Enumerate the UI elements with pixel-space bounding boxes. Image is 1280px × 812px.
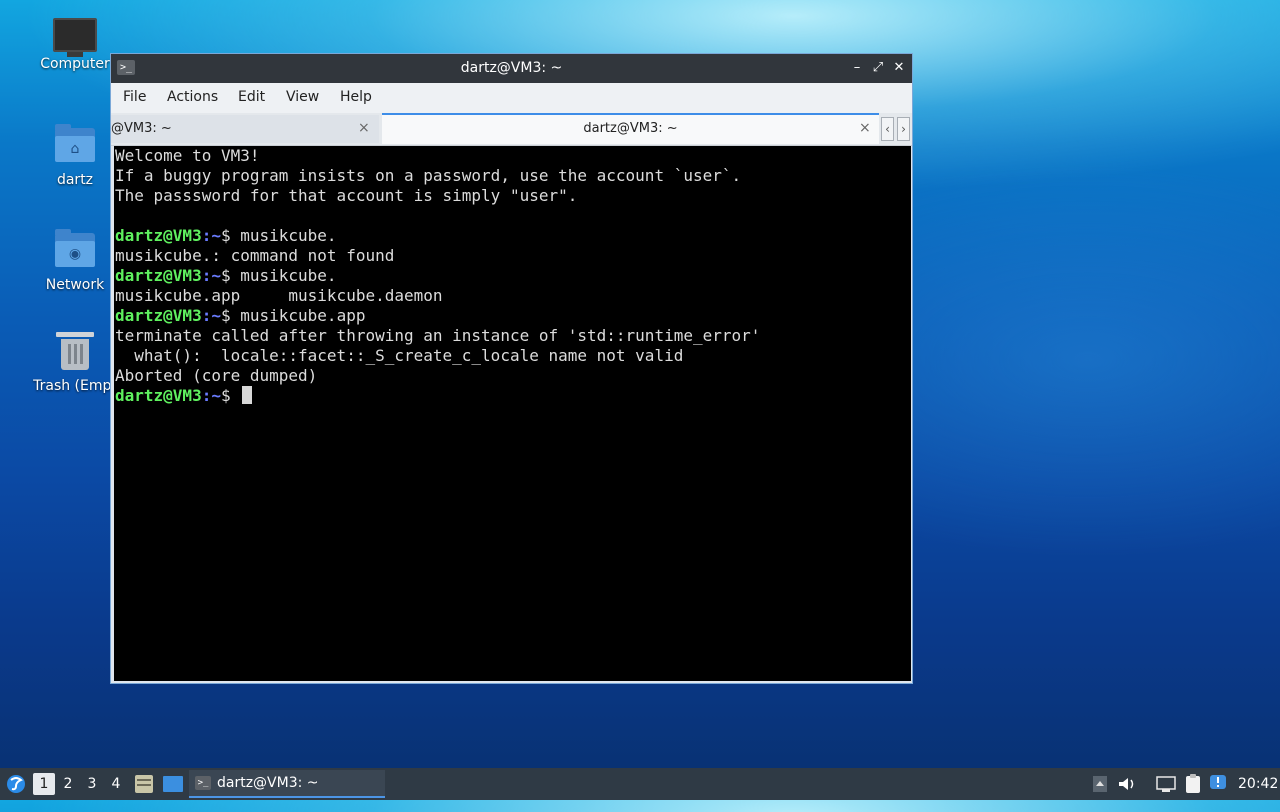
- volume-button[interactable]: [1116, 774, 1138, 794]
- notification-icon: [1210, 775, 1226, 789]
- terminal-icon: >_: [195, 776, 211, 790]
- window-titlebar[interactable]: >_ dartz@VM3: ~ – ⤢ ✕: [111, 54, 912, 83]
- workspace-3[interactable]: 3: [81, 773, 103, 795]
- tab-active[interactable]: dartz@VM3: ~ ×: [382, 113, 879, 144]
- clock[interactable]: 20:42: [1238, 768, 1278, 800]
- lxqt-logo-icon: [7, 775, 25, 793]
- network-icon: [1156, 776, 1176, 792]
- prompt-symbol: $: [220, 226, 241, 245]
- terminal-line: what(): locale::facet::_S_create_c_local…: [115, 346, 684, 365]
- tab-inactive[interactable]: @VM3: ~ ×: [111, 115, 379, 143]
- window-title: dartz@VM3: ~: [460, 60, 563, 76]
- prompt-path: :~: [201, 386, 221, 405]
- maximize-button[interactable]: ⤢: [869, 59, 887, 77]
- terminal-line: musikcube.: command not found: [115, 246, 395, 265]
- tab-scroll-right-icon[interactable]: ›: [897, 117, 910, 141]
- prompt-user: dartz@VM3: [115, 226, 202, 245]
- minimize-button[interactable]: –: [848, 59, 866, 77]
- file-manager-launcher[interactable]: [134, 768, 154, 800]
- prompt-symbol: $: [220, 306, 241, 325]
- terminal-line: The passsword for that account is simply…: [115, 186, 578, 205]
- menu-bar: File Actions Edit View Help: [111, 83, 912, 113]
- home-folder-icon: ⌂: [55, 124, 95, 162]
- menu-view[interactable]: View: [286, 89, 319, 105]
- show-desktop-button[interactable]: [162, 768, 184, 800]
- terminal-cursor: [242, 386, 253, 404]
- terminal-line: terminate called after throwing an insta…: [115, 326, 761, 345]
- network-status-button[interactable]: [1155, 774, 1177, 794]
- menu-help[interactable]: Help: [340, 89, 372, 105]
- volume-icon: [1119, 778, 1134, 790]
- terminal-prompt-line: dartz@VM3:~$ musikcube.: [114, 226, 911, 246]
- tab-close-icon[interactable]: ×: [358, 120, 370, 136]
- network-folder-icon: ◉: [55, 229, 95, 267]
- terminal-command: musikcube.: [240, 226, 337, 245]
- menu-edit[interactable]: Edit: [238, 89, 265, 105]
- menu-file[interactable]: File: [123, 89, 146, 105]
- taskbar-item-label: dartz@VM3: ~: [217, 775, 319, 791]
- terminal-line: Welcome to VM3!: [115, 146, 260, 165]
- terminal-window[interactable]: >_ dartz@VM3: ~ – ⤢ ✕ File Actions Edit …: [110, 53, 913, 684]
- tab-scroll-left-icon[interactable]: ‹: [881, 117, 894, 141]
- close-button[interactable]: ✕: [890, 59, 908, 77]
- prompt-symbol: $: [220, 266, 241, 285]
- prompt-user: dartz@VM3: [115, 306, 202, 325]
- terminal-command: musikcube.app: [240, 306, 366, 325]
- terminal-prompt-line: dartz@VM3:~$ musikcube.: [114, 266, 911, 286]
- menu-actions[interactable]: Actions: [167, 89, 218, 105]
- prompt-user: dartz@VM3: [115, 386, 202, 405]
- tab-label: dartz@VM3: ~: [583, 121, 678, 136]
- prompt-path: :~: [201, 306, 221, 325]
- prompt-symbol: $: [220, 386, 241, 405]
- terminal-line: Aborted (core dumped): [115, 366, 318, 385]
- file-manager-icon: [135, 775, 153, 793]
- tab-close-icon[interactable]: ×: [859, 120, 871, 136]
- workspace-2[interactable]: 2: [57, 773, 79, 795]
- workspace-4[interactable]: 4: [105, 773, 127, 795]
- start-menu-button[interactable]: [4, 768, 28, 800]
- terminal-prompt-line: dartz@VM3:~$ musikcube.app: [114, 306, 911, 326]
- chevron-up-icon: [1093, 776, 1107, 792]
- terminal-command: musikcube.: [240, 266, 337, 285]
- tab-label: @VM3: ~: [111, 121, 172, 136]
- computer-icon: [53, 18, 97, 57]
- terminal-line: If a buggy program insists on a password…: [115, 166, 742, 185]
- trash-icon: [56, 332, 94, 370]
- tray-expand-button[interactable]: [1091, 774, 1109, 794]
- prompt-path: :~: [201, 226, 221, 245]
- terminal-prompt-line: dartz@VM3:~$: [114, 386, 911, 406]
- taskbar-item-terminal[interactable]: >_ dartz@VM3: ~: [189, 770, 385, 798]
- terminal-line: musikcube.app musikcube.daemon: [115, 286, 443, 305]
- clipboard-button[interactable]: [1182, 774, 1204, 794]
- notification-button[interactable]: [1208, 774, 1230, 794]
- terminal-output[interactable]: Welcome to VM3! If a buggy program insis…: [114, 146, 911, 681]
- tab-bar: @VM3: ~ × dartz@VM3: ~ × ‹ ›: [111, 113, 912, 146]
- clipboard-icon: [1186, 774, 1200, 793]
- workspace-1[interactable]: 1: [33, 773, 55, 795]
- prompt-path: :~: [201, 266, 221, 285]
- prompt-user: dartz@VM3: [115, 266, 202, 285]
- taskbar: 1 2 3 4 >_ dartz@VM3: ~ 20:42: [0, 768, 1280, 800]
- desktop-icon: [163, 776, 183, 792]
